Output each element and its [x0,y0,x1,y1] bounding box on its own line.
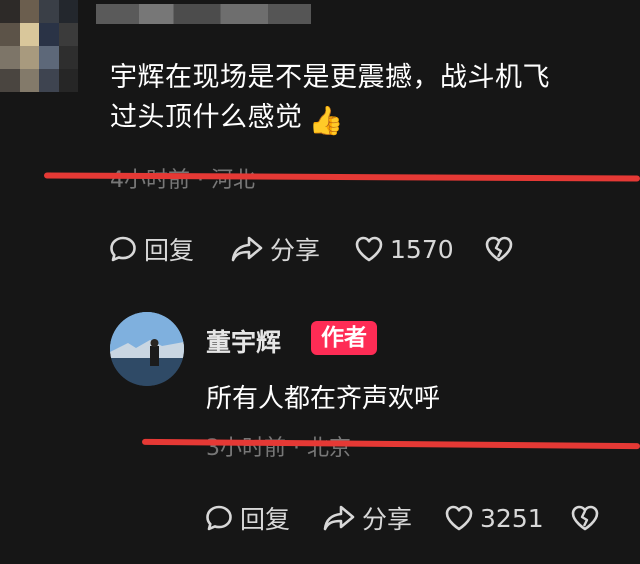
reply-button[interactable]: 回复 [204,500,290,536]
dislike-button[interactable] [484,235,514,263]
author-badge: 作者 [311,321,377,355]
share-label: 分享 [362,505,413,534]
dislike-button[interactable] [570,504,600,532]
reply-icon [110,236,136,262]
author-avatar[interactable] [110,312,184,386]
reply-icon [206,505,232,531]
share-button[interactable]: 分享 [230,231,320,267]
author-username[interactable]: 董宇辉 [206,323,281,359]
reply-label: 回复 [144,236,195,265]
comment-actions: 回复 分享 1570 [108,229,628,269]
reply-label: 回复 [240,505,291,534]
share-label: 分享 [270,236,321,265]
share-icon [231,236,263,262]
avatar-photo [110,312,184,386]
comment-text-line1: 宇辉在现场是不是更震撼，战斗机飞 [110,62,550,93]
like-count: 1570 [390,234,454,264]
like-button[interactable]: 1570 [354,235,454,264]
comment-body: 宇辉在现场是不是更震撼，战斗机飞 过头顶什么感觉 👍 [110,58,630,141]
reply-body: 所有人都在齐声欢呼 [206,384,441,414]
like-button[interactable]: 3251 [444,504,544,533]
heart-icon [445,505,473,531]
reply-button[interactable]: 回复 [108,231,194,267]
heart-icon [355,236,383,262]
thumbs-up-emoji: 👍 [308,104,344,137]
share-icon [323,505,355,531]
comment-text-line2: 过头顶什么感觉 [110,102,303,133]
like-count: 3251 [480,503,544,533]
reply-actions: 回复 分享 3251 [204,498,634,538]
broken-heart-icon [571,505,598,531]
commenter-name-blurred[interactable] [96,4,311,24]
commenter-avatar[interactable] [0,0,78,92]
broken-heart-icon [485,236,512,262]
share-button[interactable]: 分享 [322,500,412,536]
